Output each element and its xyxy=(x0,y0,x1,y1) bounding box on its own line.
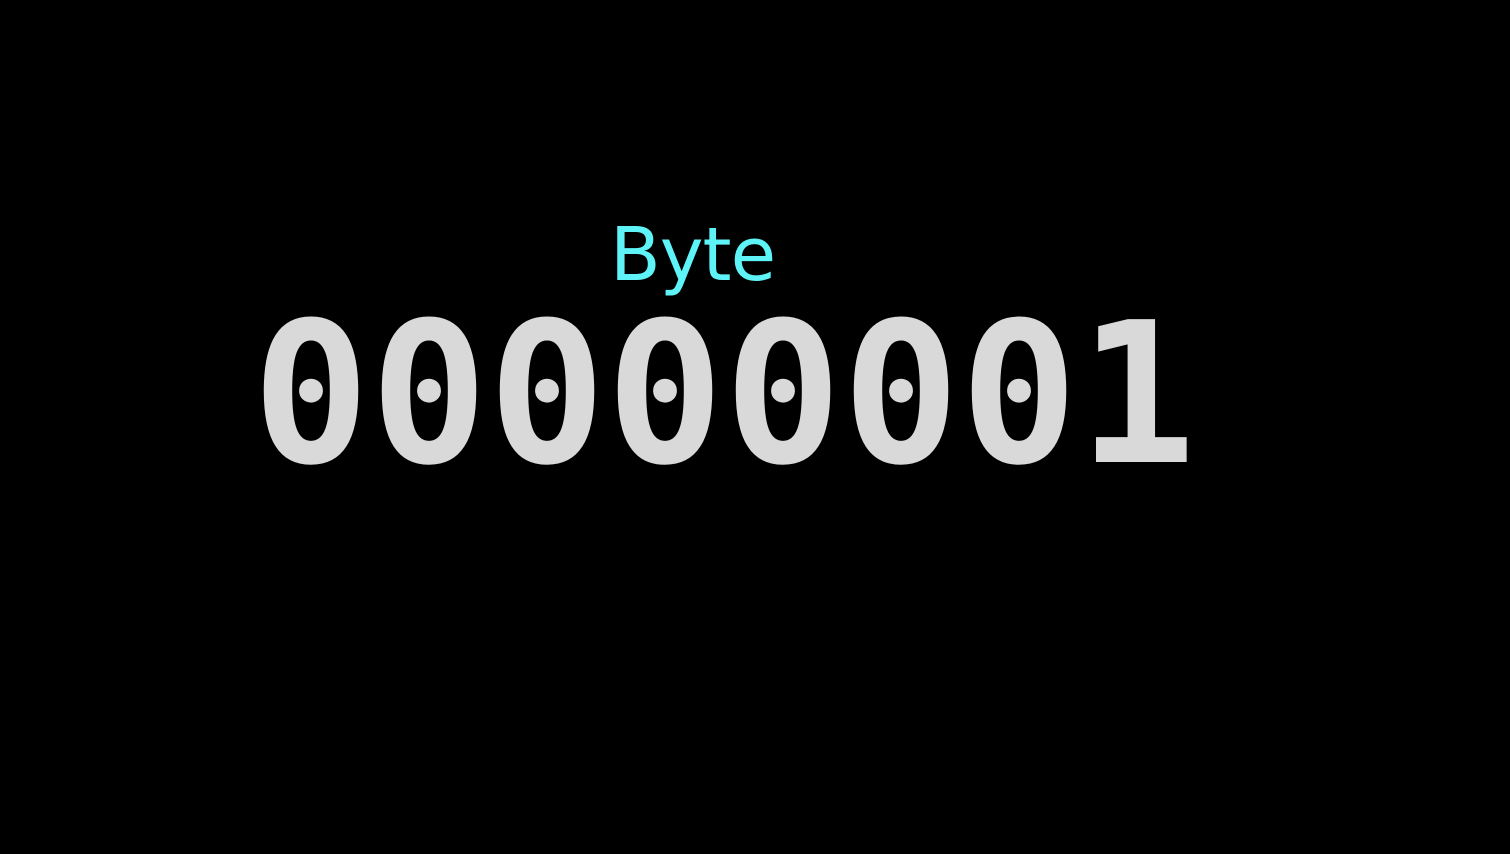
binary-value: 00000001 xyxy=(252,281,1197,509)
slide: Byte 00000001 xyxy=(0,0,1510,854)
